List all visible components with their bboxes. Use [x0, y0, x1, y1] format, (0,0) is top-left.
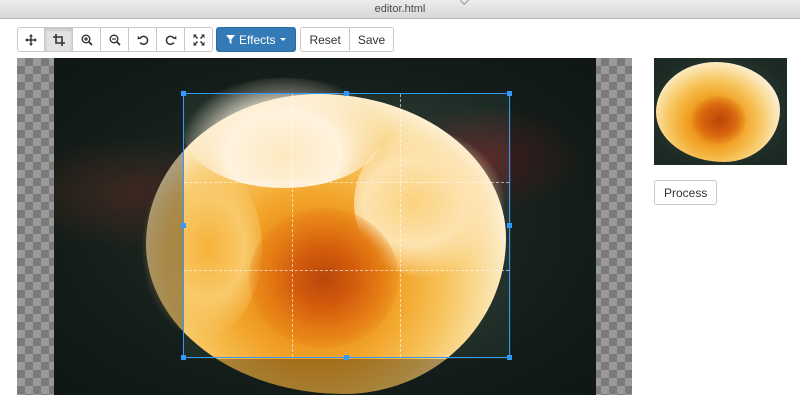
crop-handle-se[interactable]	[507, 355, 512, 360]
crop-handle-e[interactable]	[507, 223, 512, 228]
crop-icon	[52, 33, 65, 46]
tool-button-group	[17, 27, 213, 52]
filter-icon	[226, 35, 235, 44]
zoom-in-icon	[81, 34, 93, 46]
crop-handle-sw[interactable]	[181, 355, 186, 360]
rotate-right-button[interactable]	[157, 27, 185, 52]
crop-guide-h2	[184, 270, 509, 271]
save-button[interactable]: Save	[349, 27, 395, 52]
crop-preview	[654, 58, 787, 165]
rotate-right-icon	[165, 35, 176, 45]
crop-handle-w[interactable]	[181, 223, 186, 228]
image-canvas[interactable]	[17, 58, 632, 395]
move-tool-button[interactable]	[17, 27, 45, 52]
process-button[interactable]: Process	[654, 180, 718, 205]
crop-mask-bottom	[54, 359, 596, 395]
crop-box[interactable]	[181, 91, 512, 360]
action-button-group: Reset Save	[300, 27, 395, 52]
crop-handle-nw[interactable]	[181, 91, 186, 96]
effects-label: Effects	[239, 32, 276, 47]
crop-handle-ne[interactable]	[507, 91, 512, 96]
crop-mask-left	[54, 93, 183, 359]
crop-guide-h1	[184, 182, 509, 183]
zoom-out-icon	[109, 34, 121, 46]
reset-button[interactable]: Reset	[300, 27, 350, 52]
move-icon	[25, 33, 37, 46]
crop-tool-button[interactable]	[45, 27, 73, 52]
crop-handle-s[interactable]	[344, 355, 349, 360]
chevron-down-icon	[280, 38, 287, 41]
crop-mask-top	[54, 58, 596, 93]
editor-toolbar: Effects Reset Save	[17, 27, 395, 52]
zoom-in-button[interactable]	[73, 27, 101, 52]
rotate-left-icon	[137, 35, 148, 45]
crop-mask-right	[511, 93, 596, 359]
crop-handle-n[interactable]	[344, 91, 349, 96]
preview-rose-core	[692, 96, 746, 144]
window-titlebar: editor.html	[0, 0, 800, 19]
window-title: editor.html	[374, 3, 426, 15]
rotate-left-button[interactable]	[129, 27, 157, 52]
crop-guide-v1	[292, 94, 293, 357]
source-image	[54, 58, 596, 395]
crop-guide-v2	[400, 94, 401, 357]
zoom-out-button[interactable]	[101, 27, 129, 52]
effects-dropdown-button[interactable]: Effects	[216, 27, 297, 52]
fullscreen-icon	[192, 33, 205, 46]
fullscreen-button[interactable]	[185, 27, 213, 52]
